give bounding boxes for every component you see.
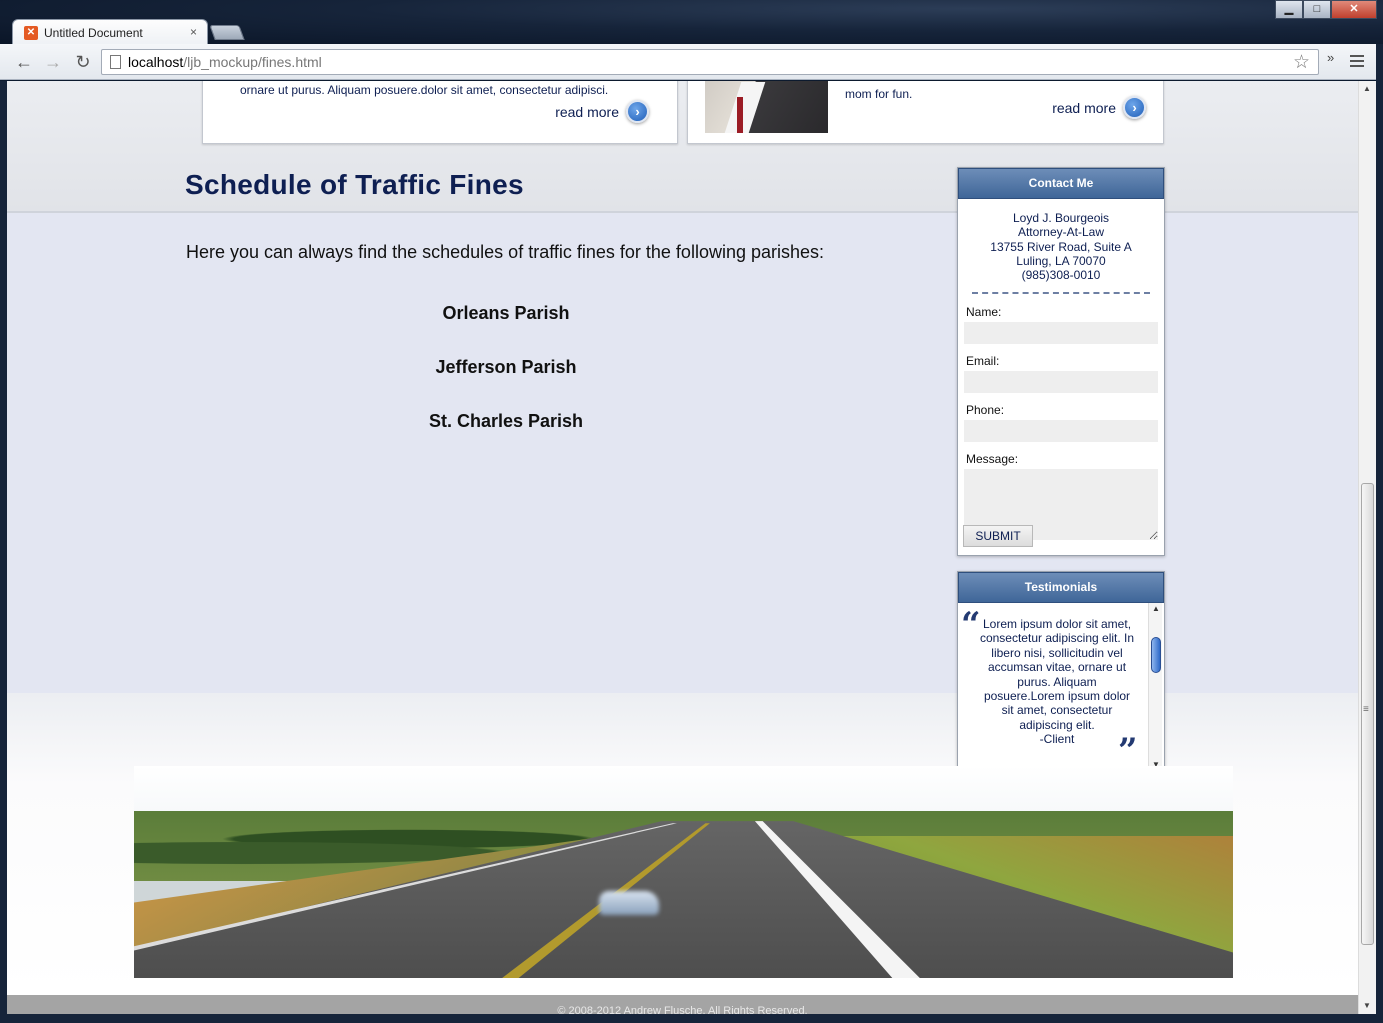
name-label: Name:: [966, 305, 1002, 320]
phone-number: (985)308-0010: [1021, 268, 1101, 283]
back-arrow-icon[interactable]: ←: [13, 52, 35, 72]
contact-heading: Contact Me: [958, 168, 1164, 199]
browser-tab[interactable]: ✕ Untitled Document ×: [12, 19, 208, 45]
address-line-2: Luling, LA 70070: [1016, 253, 1106, 268]
page-icon: [110, 55, 121, 69]
parish-link-jefferson[interactable]: Jefferson Parish: [7, 357, 1005, 378]
minimize-button[interactable]: ▁: [1275, 0, 1303, 19]
teaser-text: mom for fun.: [845, 87, 913, 101]
chevron-right-icon: ›: [1123, 96, 1146, 119]
teaser-card: ornare ut purus. Aliquam posuere.dolor s…: [202, 81, 678, 144]
window-titlebar: ✕ Untitled Document × ▁ □ ✕: [0, 0, 1383, 45]
testimonial-text: Lorem ipsum dolor sit amet, consectetur …: [978, 617, 1136, 747]
read-more-label: read more: [555, 103, 619, 120]
message-label: Message:: [966, 452, 1019, 467]
testimonial-author: -Client: [1039, 732, 1075, 747]
window-frame-right: [1376, 44, 1383, 1023]
attorney-name: Loyd J. Bourgeois: [1012, 211, 1110, 225]
scroll-down-arrow-icon[interactable]: ▼: [1363, 1001, 1371, 1010]
read-more-link[interactable]: read more ›: [1052, 96, 1146, 119]
copyright-bar: © 2008-2012 Andrew Flusche. All Rights R…: [7, 995, 1358, 1014]
testimonials-widget: Testimonials “ Lorem ipsum dolor sit ame…: [957, 571, 1165, 773]
window-controls: ▁ □ ✕: [1275, 0, 1377, 20]
address-bar[interactable]: localhost/ljb_mockup/fines.html ☆: [101, 49, 1319, 75]
email-field[interactable]: [964, 371, 1158, 394]
scroll-up-arrow-icon[interactable]: ▲: [1363, 84, 1371, 93]
testimonial-scroll-thumb[interactable]: [1151, 637, 1161, 673]
new-tab-button[interactable]: [209, 25, 245, 40]
car: [599, 891, 659, 915]
read-more-link[interactable]: read more ›: [555, 100, 649, 123]
contact-info: Loyd J. Bourgeois Attorney-At-Law 13755 …: [958, 199, 1164, 282]
teaser-card: mom for fun. read more ›: [687, 81, 1164, 144]
close-quote-icon: ”: [1118, 731, 1138, 771]
page-title: Schedule of Traffic Fines: [185, 169, 524, 200]
phone-label: Phone:: [966, 403, 1005, 418]
page-scroll-thumb[interactable]: [1361, 483, 1374, 945]
close-window-button[interactable]: ✕: [1331, 0, 1377, 19]
parish-link-st-charles[interactable]: St. Charles Parish: [7, 411, 1005, 432]
window-frame-left: [0, 81, 7, 1023]
parish-link-orleans[interactable]: Orleans Parish: [7, 303, 1005, 324]
attorney-role: Attorney-At-Law: [1017, 225, 1105, 240]
teaser-text: ornare ut purus. Aliquam posuere.dolor s…: [240, 83, 609, 97]
address-line-1: 13755 River Road, Suite A: [990, 239, 1132, 254]
submit-button[interactable]: SUBMIT: [963, 525, 1033, 547]
maximize-button[interactable]: □: [1303, 0, 1331, 19]
contact-widget: Contact Me Loyd J. Bourgeois Attorney-At…: [957, 167, 1165, 556]
phone-field[interactable]: [964, 420, 1158, 443]
attorney-photo: [705, 81, 828, 133]
page-viewport: ornare ut purus. Aliquam posuere.dolor s…: [7, 81, 1358, 1014]
url-host: localhost: [128, 54, 184, 70]
favicon-icon: ✕: [24, 26, 38, 40]
window-frame-bottom: [0, 1014, 1383, 1023]
testimonial-body: “ Lorem ipsum dolor sit amet, consectetu…: [958, 603, 1164, 772]
tab-title: Untitled Document: [44, 26, 143, 40]
forward-arrow-icon[interactable]: →: [42, 52, 64, 72]
testimonial-quote: Lorem ipsum dolor sit amet, consectetur …: [979, 617, 1135, 732]
browser-toolbar: ← → ↻ localhost/ljb_mockup/fines.html ☆ …: [0, 44, 1383, 80]
copyright-text: © 2008-2012 Andrew Flusche. All Rights R…: [557, 1005, 808, 1014]
intro-text: Here you can always find the schedules o…: [186, 242, 825, 262]
scroll-up-arrow-icon[interactable]: ▲: [1152, 604, 1160, 613]
extensions-overflow-icon[interactable]: »: [1327, 50, 1334, 65]
bookmark-star-icon[interactable]: ☆: [1293, 51, 1310, 74]
chevron-right-icon: ›: [626, 100, 649, 123]
tab-close-icon[interactable]: ×: [190, 25, 197, 39]
read-more-label: read more: [1052, 99, 1116, 116]
testimonial-scrollbar[interactable]: ▲ ▼: [1148, 603, 1162, 772]
name-field[interactable]: [964, 322, 1158, 345]
road-banner-image: [134, 766, 1233, 978]
email-label: Email:: [966, 354, 1000, 369]
reload-icon[interactable]: ↻: [72, 52, 94, 72]
url-path: /ljb_mockup/fines.html: [183, 54, 322, 70]
testimonials-heading: Testimonials: [958, 572, 1164, 603]
page-scrollbar[interactable]: ▲ ▼: [1358, 81, 1376, 1014]
menu-icon[interactable]: [1350, 55, 1364, 67]
